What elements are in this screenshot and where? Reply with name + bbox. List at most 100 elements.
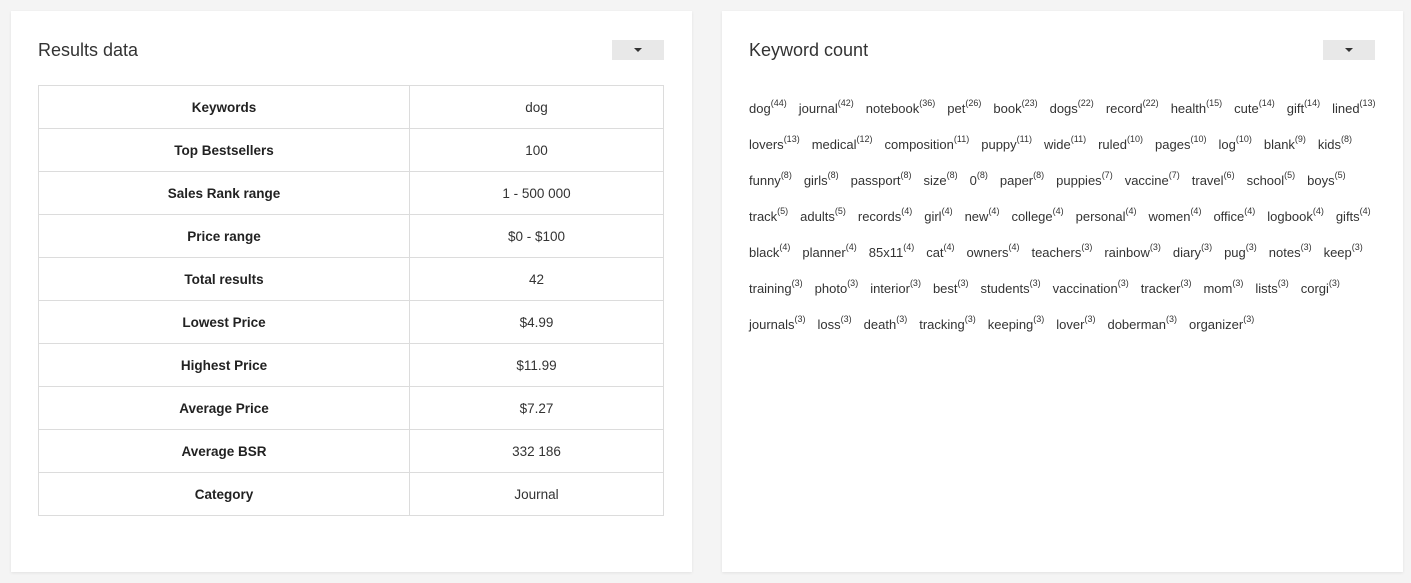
keyword-item[interactable]: rainbow(3) [1104, 235, 1161, 271]
keyword-item[interactable]: passport(8) [851, 163, 912, 199]
keyword-item[interactable]: track(5) [749, 199, 788, 235]
keyword-item[interactable]: doberman(3) [1107, 307, 1177, 343]
keyword-item[interactable]: loss(3) [818, 307, 852, 343]
keyword-list: dog(44) journal(42) notebook(36) pet(26) boo… [749, 91, 1389, 343]
keyword-item[interactable]: gifts(4) [1336, 199, 1371, 235]
keyword-item[interactable]: dogs(22) [1050, 91, 1094, 127]
keyword-count: (4) [1125, 206, 1137, 216]
keyword-item[interactable]: diary(3) [1173, 235, 1212, 271]
keyword-item[interactable]: office(4) [1213, 199, 1255, 235]
keyword-item[interactable]: planner(4) [802, 235, 856, 271]
keyword-count: (23) [1021, 98, 1038, 108]
keyword-item[interactable]: journals(3) [749, 307, 806, 343]
results-data-panel: Results data Keywords dog Top Bestsellers 1… [11, 11, 692, 572]
keyword-item[interactable]: black(4) [749, 235, 790, 271]
keyword-item[interactable]: composition(11) [885, 127, 970, 163]
keyword-item[interactable]: health(15) [1171, 91, 1222, 127]
keyword-item[interactable]: book(23) [993, 91, 1037, 127]
keyword-word: adults [800, 209, 835, 224]
keyword-item[interactable]: interior(3) [870, 271, 921, 307]
keyword-item[interactable]: gift(14) [1287, 91, 1320, 127]
keyword-count: (5) [1284, 170, 1296, 180]
keyword-item[interactable]: puppy(11) [981, 127, 1032, 163]
keyword-word: journal [798, 101, 838, 116]
keyword-item[interactable]: college(4) [1011, 199, 1063, 235]
keyword-word: puppy [981, 137, 1017, 152]
keyword-item[interactable]: pages(10) [1155, 127, 1206, 163]
keyword-count: (3) [840, 314, 852, 324]
keyword-item[interactable]: dog(44) [749, 91, 787, 127]
keyword-item[interactable]: pug(3) [1224, 235, 1257, 271]
keyword-item[interactable]: funny(8) [749, 163, 792, 199]
keyword-word: health [1170, 101, 1207, 116]
keyword-item[interactable]: tracker(3) [1141, 271, 1192, 307]
keyword-item[interactable]: boys(5) [1307, 163, 1345, 199]
keyword-item[interactable]: 0(8) [970, 163, 988, 199]
keyword-item[interactable]: lovers(13) [749, 127, 800, 163]
keyword-item[interactable]: log(10) [1218, 127, 1251, 163]
keyword-item[interactable]: vaccine(7) [1125, 163, 1180, 199]
keyword-item[interactable]: new(4) [965, 199, 1000, 235]
keyword-count: (4) [845, 242, 857, 252]
keyword-item[interactable]: death(3) [864, 307, 908, 343]
keyword-item[interactable]: size(8) [924, 163, 958, 199]
keyword-item[interactable]: notebook(36) [866, 91, 936, 127]
keyword-count: (8) [1033, 170, 1045, 180]
keyword-word: girls [803, 173, 828, 188]
keyword-item[interactable]: cute(14) [1234, 91, 1275, 127]
keyword-item[interactable]: pet(26) [947, 91, 981, 127]
keyword-item[interactable]: women(4) [1149, 199, 1202, 235]
results-table: Keywords dog Top Bestsellers 100 Sales Rank … [38, 85, 664, 516]
keyword-item[interactable]: personal(4) [1076, 199, 1137, 235]
keyword-item[interactable]: corgi(3) [1301, 271, 1340, 307]
keyword-item[interactable]: cat(4) [926, 235, 954, 271]
keyword-count: (8) [780, 170, 792, 180]
keyword-item[interactable]: kids(8) [1318, 127, 1352, 163]
keyword-item[interactable]: adults(5) [800, 199, 846, 235]
keyword-item[interactable]: teachers(3) [1031, 235, 1092, 271]
keyword-count: (14) [1258, 98, 1275, 108]
keyword-item[interactable]: puppies(7) [1056, 163, 1113, 199]
keyword-item[interactable]: training(3) [749, 271, 803, 307]
keyword-item[interactable]: notes(3) [1269, 235, 1312, 271]
keyword-count: (11) [1070, 134, 1087, 144]
keyword-dropdown-button[interactable] [1323, 40, 1375, 60]
keyword-count: (3) [1201, 242, 1213, 252]
keyword-item[interactable]: lists(3) [1255, 271, 1288, 307]
keyword-item[interactable]: travel(6) [1192, 163, 1235, 199]
keyword-item[interactable]: logbook(4) [1267, 199, 1324, 235]
keyword-item[interactable]: wide(11) [1044, 127, 1086, 163]
keyword-count: (3) [1328, 278, 1340, 288]
keyword-item[interactable]: owners(4) [967, 235, 1020, 271]
keyword-item[interactable]: best(3) [933, 271, 969, 307]
keyword-item[interactable]: girls(8) [804, 163, 839, 199]
keyword-item[interactable]: school(5) [1247, 163, 1296, 199]
keyword-item[interactable]: keep(3) [1324, 235, 1363, 271]
keyword-word: girl [924, 209, 942, 224]
keyword-item[interactable]: medical(12) [812, 127, 873, 163]
keyword-item[interactable]: mom(3) [1203, 271, 1243, 307]
keyword-count: (7) [1101, 170, 1113, 180]
row-label: Keywords [38, 85, 410, 129]
keyword-item[interactable]: keeping(3) [988, 307, 1045, 343]
keyword-item[interactable]: lined(13) [1332, 91, 1375, 127]
keyword-item[interactable]: tracking(3) [919, 307, 976, 343]
keyword-item[interactable]: ruled(10) [1098, 127, 1143, 163]
keyword-item[interactable]: lover(3) [1056, 307, 1095, 343]
table-row: Total results 42 [38, 257, 664, 301]
keyword-word: gifts [1335, 209, 1360, 224]
keyword-item[interactable]: record(22) [1106, 91, 1159, 127]
keyword-item[interactable]: blank(9) [1264, 127, 1306, 163]
keyword-item[interactable]: paper(8) [1000, 163, 1044, 199]
results-dropdown-button[interactable] [612, 40, 664, 60]
keyword-item[interactable]: students(3) [981, 271, 1041, 307]
keyword-item[interactable]: vaccination(3) [1053, 271, 1129, 307]
keyword-item[interactable]: records(4) [858, 199, 912, 235]
keyword-item[interactable]: organizer(3) [1189, 307, 1254, 343]
keyword-word: corgi [1300, 281, 1329, 296]
keyword-item[interactable]: photo(3) [815, 271, 859, 307]
keyword-item[interactable]: 85x11(4) [869, 235, 914, 271]
keyword-item[interactable]: journal(42) [799, 91, 854, 127]
keyword-item[interactable]: girl(4) [924, 199, 952, 235]
keyword-word: dogs [1049, 101, 1078, 116]
